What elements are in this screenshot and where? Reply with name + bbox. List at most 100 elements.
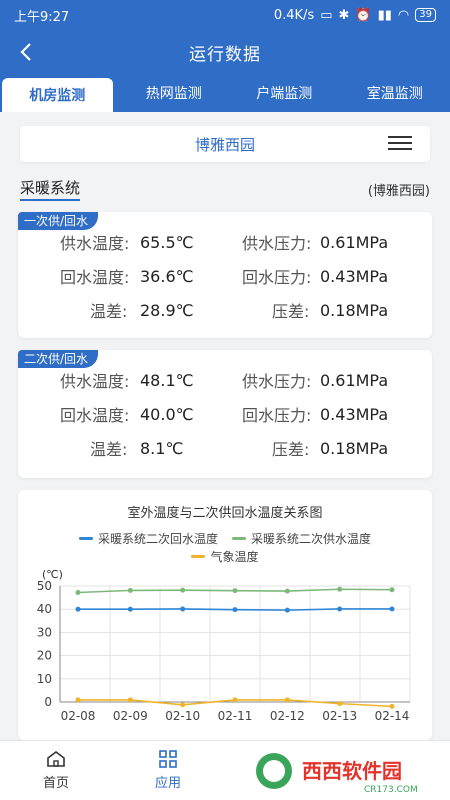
- x-tick-label: 02-10: [165, 709, 200, 723]
- y-tick-label: 20: [37, 649, 52, 663]
- primary-press-diff-value: 0.18MPa: [320, 300, 389, 320]
- series-point-0: [127, 606, 133, 612]
- x-tick-label: 02-14: [375, 709, 410, 723]
- primary-supply-press-label: 供水压力:: [242, 234, 312, 253]
- x-tick-label: 02-08: [61, 709, 96, 723]
- primary-press-diff-label: 压差:: [272, 302, 310, 321]
- x-tick-label: 02-12: [270, 709, 305, 723]
- tab-machine-room[interactable]: 机房监测: [2, 78, 113, 112]
- chevron-left-icon: [20, 43, 31, 61]
- series-point-1: [232, 588, 238, 594]
- primary-return-press-label: 回水压力:: [242, 268, 312, 287]
- chart-title: 室外温度与二次供回水温度关系图: [127, 506, 323, 521]
- nav-apps-label: 应用: [154, 776, 181, 791]
- section-header: 采暖系统 (博雅西园): [20, 176, 430, 202]
- series-point-2: [180, 702, 186, 708]
- main-content: 博雅西园 采暖系统 (博雅西园) 一次供/回水 供水温度: 65.5℃ 供水压力…: [0, 112, 450, 740]
- primary-card-label: 一次供/回水: [18, 212, 99, 230]
- primary-return-temp-value: 36.6℃: [140, 266, 194, 286]
- legend-swatch-return: [78, 537, 93, 540]
- primary-return-press-value: 0.43MPa: [320, 266, 389, 286]
- primary-return-temp-label: 回水温度:: [60, 268, 130, 287]
- series-point-1: [284, 588, 290, 594]
- legend-swatch-weather: [191, 555, 206, 558]
- home-icon: [47, 751, 65, 767]
- watermark-sub: CR173.COM: [364, 785, 418, 795]
- secondary-temp-diff-value: 8.1℃: [140, 438, 184, 458]
- series-point-2: [232, 697, 238, 703]
- nav-apps[interactable]: 应用: [112, 741, 224, 800]
- legend-label-supply: 采暖系统二次供水温度: [251, 532, 372, 546]
- secondary-supply-press-value: 0.61MPa: [320, 370, 389, 390]
- series-point-2: [127, 697, 133, 703]
- series-point-2: [337, 701, 343, 707]
- status-time: 上午9:27: [14, 9, 70, 25]
- series-point-1: [337, 586, 343, 592]
- legend-item-return[interactable]: 采暖系统二次回水温度: [78, 530, 218, 547]
- series-point-1: [389, 587, 395, 593]
- series-point-1: [75, 589, 81, 595]
- signal-icon: ▮▮: [377, 7, 392, 23]
- site-selector[interactable]: 博雅西园: [20, 126, 430, 162]
- chart-legend-row-2: 气象温度: [18, 548, 432, 565]
- series-point-0: [232, 607, 238, 613]
- y-tick-label: 50: [37, 579, 52, 593]
- watermark-text: 西西软件园: [302, 759, 402, 783]
- vibrate-icon: ▭: [320, 7, 333, 23]
- secondary-supply-temp-label: 供水温度:: [60, 372, 130, 391]
- menu-icon[interactable]: [388, 136, 412, 152]
- primary-supply-press-value: 0.61MPa: [320, 232, 389, 252]
- section-title: 采暖系统: [20, 177, 81, 201]
- grid-icon: [159, 750, 177, 768]
- battery-icon: 39: [415, 8, 436, 22]
- legend-swatch-supply: [232, 537, 246, 540]
- watermark-logo: 西西软件园 CR173.COM: [250, 744, 450, 798]
- series-point-0: [284, 607, 290, 613]
- secondary-press-diff-label: 压差:: [272, 440, 310, 459]
- nav-home-label: 首页: [42, 776, 69, 791]
- primary-supply-temp-value: 65.5℃: [140, 232, 194, 252]
- status-bar: 上午9:27 0.4K/s ▭ ✱ ⏰ ▮▮ ◠ 39: [0, 0, 450, 30]
- tab-room-temp[interactable]: 室温监测: [340, 74, 450, 112]
- series-point-1: [127, 587, 133, 593]
- tab-household[interactable]: 户端监测: [229, 74, 340, 112]
- nav-home[interactable]: 首页: [0, 741, 112, 800]
- primary-water-card: 一次供/回水 供水温度: 65.5℃ 供水压力: 0.61MPa 回水温度: 3…: [18, 212, 432, 338]
- legend-label-weather: 气象温度: [210, 550, 259, 564]
- y-tick-label: 30: [37, 625, 52, 639]
- secondary-press-diff-value: 0.18MPa: [320, 438, 389, 458]
- app-header: 运行数据: [0, 30, 450, 74]
- x-tick-label: 02-13: [322, 709, 357, 723]
- tab-bar: 机房监测 热网监测 户端监测 室温监测: [0, 74, 450, 112]
- alarm-icon: ⏰: [355, 7, 372, 23]
- legend-item-weather[interactable]: 气象温度: [191, 548, 259, 565]
- chart-legend-row-1: 采暖系统二次回水温度 采暖系统二次供水温度: [18, 530, 432, 547]
- secondary-card-label: 二次供/回水: [18, 350, 99, 368]
- line-chart: (℃)0102030405002-08 02-09 02-10 02-11 02-12 0…: [37, 568, 411, 723]
- x-tick-label: 02-09: [113, 709, 148, 723]
- series-point-0: [389, 606, 395, 612]
- secondary-return-press-label: 回水压力:: [242, 406, 312, 425]
- secondary-temp-diff-label: 温差:: [90, 440, 128, 459]
- series-point-2: [284, 697, 290, 703]
- series-point-2: [389, 703, 395, 709]
- status-icons: 0.4K/s ▭ ✱ ⏰ ▮▮ ◠ 39: [274, 8, 436, 23]
- series-point-0: [180, 606, 186, 612]
- y-tick-label: 0: [44, 695, 52, 709]
- y-tick-label: 10: [37, 672, 52, 686]
- network-speed: 0.4K/s: [273, 7, 315, 23]
- secondary-return-temp-label: 回水温度:: [60, 406, 130, 425]
- primary-temp-diff-label: 温差:: [90, 302, 128, 321]
- legend-item-supply[interactable]: 采暖系统二次供水温度: [232, 530, 371, 547]
- page-title: 运行数据: [189, 44, 261, 65]
- series-point-0: [75, 606, 81, 612]
- temperature-chart-card: 室外温度与二次供回水温度关系图 采暖系统二次回水温度 采暖系统二次供水温度 气象…: [18, 490, 432, 740]
- x-tick-label: 02-11: [218, 709, 253, 723]
- primary-temp-diff-value: 28.9℃: [140, 300, 194, 320]
- tab-heat-network[interactable]: 热网监测: [119, 74, 230, 112]
- bluetooth-icon: ✱: [338, 7, 350, 23]
- primary-supply-temp-label: 供水温度:: [60, 234, 130, 253]
- back-button[interactable]: [14, 40, 38, 64]
- secondary-return-press-value: 0.43MPa: [320, 404, 389, 424]
- series-point-1: [180, 587, 186, 593]
